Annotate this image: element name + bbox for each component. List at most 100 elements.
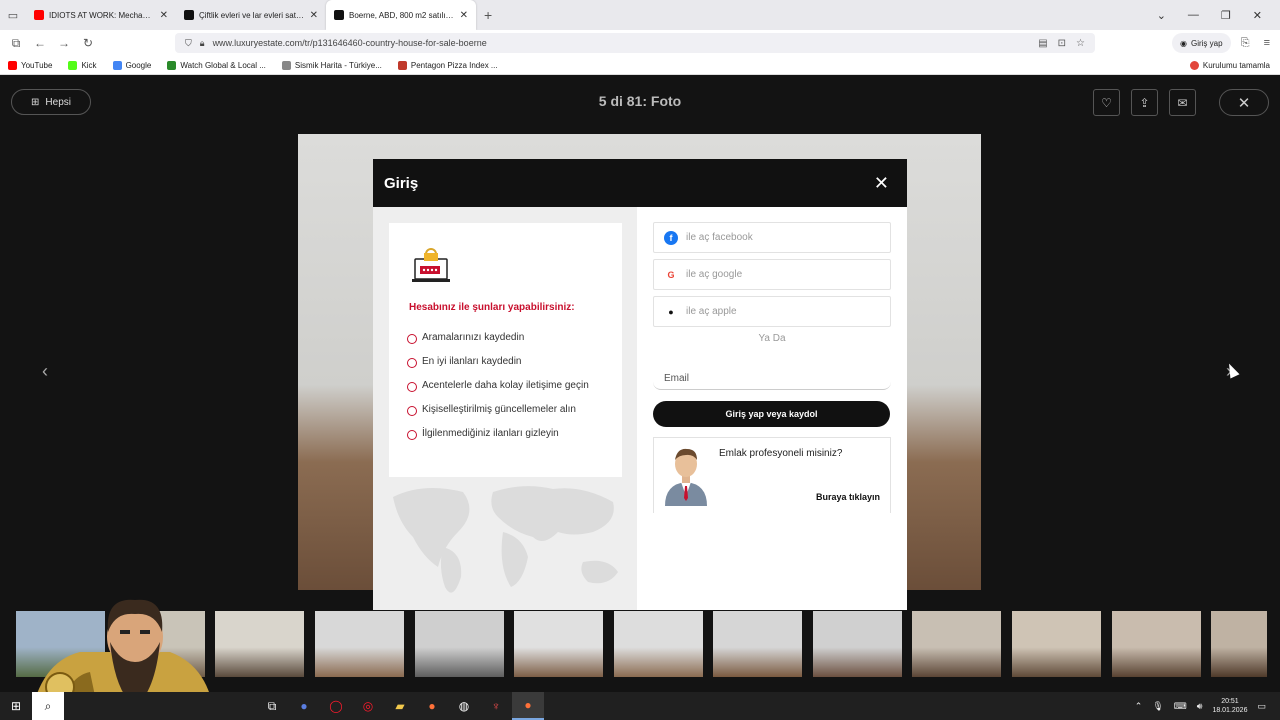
folder-icon[interactable]: ▰ <box>384 692 416 720</box>
benefits-title: Hesabınız ile şunları yapabilirsiniz: <box>409 302 575 313</box>
clock-date: 18.01.2026 <box>1212 707 1248 714</box>
account-button[interactable]: ◉ Giriş yap <box>1172 33 1231 53</box>
new-tab-button[interactable]: + <box>484 7 492 23</box>
thumbnail[interactable] <box>813 611 902 677</box>
benefit-item: Acentelerle daha kolay iletişime geçin <box>407 378 612 394</box>
bookmark-item[interactable]: Google <box>112 60 151 70</box>
app-icon-2[interactable]: ♆ <box>480 692 512 720</box>
thumbnail[interactable] <box>912 611 1001 677</box>
clock-time: 20:51 <box>1221 698 1239 705</box>
start-button[interactable]: ⊞ <box>0 692 32 720</box>
all-photos-label: Hepsi <box>45 96 71 108</box>
reader-icon[interactable]: ▤ <box>1038 38 1047 49</box>
network-icon[interactable]: ⌨ <box>1174 701 1187 712</box>
mail-icon[interactable]: ✉ <box>1169 89 1196 116</box>
thumbnail[interactable] <box>1211 611 1267 677</box>
bookmark-setup[interactable]: Kurulumu tamamla <box>1189 56 1270 75</box>
bookmark-item[interactable]: Watch Global & Local ... <box>167 60 266 70</box>
or-divider: Ya Da <box>758 333 786 344</box>
previous-arrow-icon[interactable]: ‹ <box>42 361 48 382</box>
social-login-button[interactable]: Gile aç google <box>653 259 891 290</box>
thumbnail[interactable] <box>315 611 404 677</box>
benefit-item: Aramalarınızı kaydedin <box>407 330 612 346</box>
bookmark-item[interactable]: Sismik Harita - Türkiye... <box>281 60 382 70</box>
facebook-icon: f <box>664 230 678 245</box>
thumbnail[interactable] <box>1112 611 1201 677</box>
apple-icon: ● <box>668 306 674 317</box>
thumbnail[interactable] <box>514 611 603 677</box>
social-login-label: ile aç apple <box>686 306 737 317</box>
agent-avatar-illustration <box>665 448 707 506</box>
url-text[interactable]: www.luxuryestate.com/tr/p131646460-count… <box>213 38 487 48</box>
bookmark-item[interactable]: Pentagon Pizza Index ... <box>397 60 498 70</box>
bookmark-item[interactable]: YouTube <box>8 60 53 70</box>
email-field[interactable] <box>653 368 891 390</box>
task-view-icon[interactable]: ⧉ <box>256 692 288 720</box>
browser-tab[interactable]: Çiftlik evleri ve lar evleri satılık A ✕ <box>176 0 326 30</box>
pro-question: Emlak profesyoneli misiniz? <box>719 448 843 459</box>
firefox-active-icon[interactable]: ● <box>512 692 544 720</box>
login-signup-button[interactable]: Giriş yap veya kaydol <box>653 401 890 427</box>
tab-favicon-icon <box>334 10 344 20</box>
tab-overview-icon[interactable]: ▭ <box>0 9 26 22</box>
minimize-button[interactable]: — <box>1188 9 1199 21</box>
browser-tab[interactable]: IDIOTS AT WORK: Mechanic Ed ✕ <box>26 0 176 30</box>
volume-icon[interactable]: 🔊︎ <box>1197 701 1203 712</box>
bookmark-label: YouTube <box>21 60 53 70</box>
back-button[interactable]: ← <box>28 36 52 50</box>
social-login-button[interactable]: ● ile aç apple <box>653 296 891 327</box>
close-viewer-button[interactable]: ✕ <box>1219 89 1269 116</box>
restore-button[interactable]: ❐ <box>1221 9 1231 22</box>
modal-title: Giriş <box>384 174 419 192</box>
all-photos-button[interactable]: ⊞ Hepsi <box>11 89 91 115</box>
share-icon[interactable]: ⇪ <box>1131 89 1158 116</box>
social-login-button[interactable]: f ile aç facebook <box>653 222 891 253</box>
opera-gx-icon[interactable]: ◎ <box>352 692 384 720</box>
reload-button[interactable]: ↻ <box>76 36 100 50</box>
sidebar-icon[interactable]: ⧉ <box>4 36 28 51</box>
search-icon[interactable]: ⌕ <box>32 692 64 720</box>
bookmark-icon <box>8 60 17 70</box>
login-form: f ile aç facebook Gile aç google ● ile aç ap… <box>653 222 891 513</box>
tab-close-icon[interactable]: ✕ <box>460 10 468 21</box>
thumbnail[interactable] <box>1012 611 1101 677</box>
thumbnail[interactable] <box>415 611 504 677</box>
tab-close-icon[interactable]: ✕ <box>310 10 318 21</box>
microphone-icon[interactable]: 🎙︎ <box>1152 701 1163 712</box>
google-icon: G <box>667 269 675 280</box>
opera-icon[interactable]: ◯ <box>320 692 352 720</box>
browser-tab[interactable]: Boerne, ABD, 800 m2 satılık lüks ✕ <box>326 0 476 30</box>
bookmark-label: Watch Global & Local ... <box>180 60 266 70</box>
bookmark-icon <box>397 60 407 70</box>
chevron-down-icon[interactable]: ⌄ <box>1157 9 1166 22</box>
taskbar: ⊞ ⌕ ⧉ ● ◯ ◎ ▰ ● ◍ ♆ ● ⌃ 🎙︎ ⌨ 🔊︎ 20:51 18… <box>0 692 1280 720</box>
notification-icon[interactable]: ▭ <box>1257 701 1266 712</box>
toolbar-right: ⎘ ≡ <box>1241 30 1270 56</box>
tab-close-icon[interactable]: ✕ <box>160 10 168 21</box>
forward-button[interactable]: → <box>52 36 76 50</box>
heart-icon[interactable]: ♡ <box>1093 89 1120 116</box>
close-window-button[interactable]: ✕ <box>1253 9 1262 22</box>
bookmark-icon <box>112 60 122 70</box>
clock[interactable]: 20:51 18.01.2026 <box>1212 697 1247 715</box>
steam-icon[interactable]: ◍ <box>448 692 480 720</box>
extensions-icon[interactable]: ⎘ <box>1241 37 1250 50</box>
modal-close-icon[interactable]: ✕ <box>874 173 889 194</box>
address-bar[interactable]: ⛉ 🔒︎ www.luxuryestate.com/tr/p131646460-… <box>175 33 1095 53</box>
app-icon-1[interactable]: ● <box>288 692 320 720</box>
system-tray: ⌃ 🎙︎ ⌨ 🔊︎ 20:51 18.01.2026 ▭ <box>1135 692 1266 720</box>
bookmark-item[interactable]: Kick <box>68 60 97 70</box>
menu-icon[interactable]: ≡ <box>1264 37 1270 49</box>
window-controls: ⌄ — ❐ ✕ <box>1157 0 1280 30</box>
user-icon: ◉ <box>1180 38 1187 48</box>
chevron-up-icon[interactable]: ⌃ <box>1135 701 1143 712</box>
star-icon[interactable]: ☆ <box>1076 38 1085 49</box>
firefox-taskbar-icon[interactable]: ● <box>416 692 448 720</box>
close-icon: ✕ <box>1237 94 1251 112</box>
screenshot-icon[interactable]: ⊡ <box>1058 38 1066 49</box>
thumbnail[interactable] <box>614 611 703 677</box>
thumbnail[interactable] <box>713 611 802 677</box>
bookmark-icon <box>281 60 291 70</box>
thumbnail[interactable] <box>215 611 304 677</box>
pro-link[interactable]: Buraya tıklayın <box>816 492 880 502</box>
